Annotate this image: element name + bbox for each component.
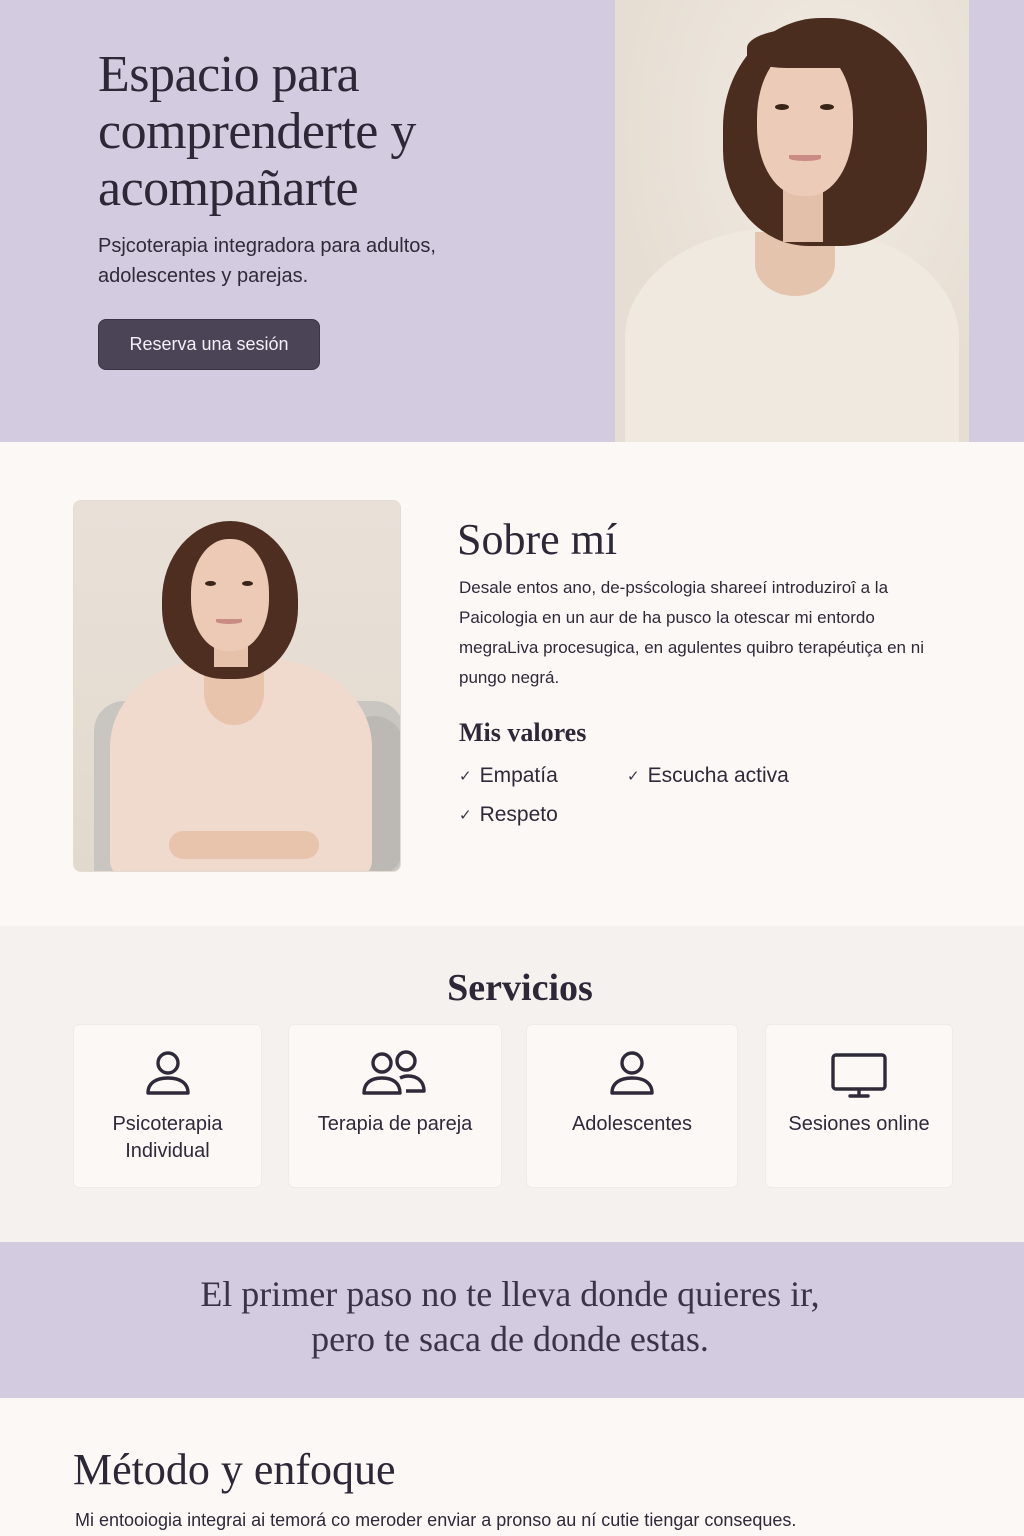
about-title: Sobre mí [457,515,618,564]
hero-title: Espacio para comprenderte y acompañarte [98,46,416,217]
service-label: Psicoterapia Individual [112,1113,223,1162]
value-item: ✓ Escucha activa [627,764,789,788]
quote-text: El primer paso no te lleva donde quieres… [0,1272,1020,1362]
couple-icon [362,1050,426,1095]
value-label: Escucha activa [647,764,789,787]
services-title: Servicios [447,967,593,1009]
service-label: Adolescentes [571,1113,693,1135]
service-label: Terapia de pareja [317,1113,473,1135]
check-icon: ✓ [627,768,640,785]
method-section: Método y enfoque Mi entooiogia integrai … [0,1398,1024,1536]
value-label: Empatía [479,764,558,787]
quote-section: El primer paso no te lleva donde quieres… [0,1242,1024,1398]
person-icon [145,1051,190,1095]
book-session-button[interactable]: Reserva una sesión [98,319,320,370]
service-card-adolescents[interactable]: Adolescentes [526,1024,738,1188]
service-card-online[interactable]: Sesiones online [765,1024,953,1188]
service-label: Sesiones online [788,1113,930,1135]
service-card-couple[interactable]: Terapia de pareja [288,1024,502,1188]
about-section: Sobre mí Desale entos ano, de-psścologia… [0,442,1024,926]
method-text: Mi entooiogia integrai ai temorá co mero… [75,1510,797,1530]
value-item: ✓ Respeto [459,803,558,827]
person-icon [610,1051,654,1095]
about-portrait-photo [73,500,401,872]
check-icon: ✓ [459,768,472,785]
check-icon: ✓ [459,807,472,824]
hero-portrait-photo [615,0,969,442]
method-title: Método y enfoque [73,1445,396,1494]
values-title: Mis valores [459,718,587,747]
hero-subtitle: Psjcoterapia integradora para adultos, a… [98,235,436,287]
value-label: Respeto [479,803,558,826]
quote-line-2: pero te saca de donde estas. [311,1319,709,1359]
monitor-icon [831,1053,887,1098]
about-text: Desale entos ano, de-psścologia shareeí … [459,578,924,687]
service-card-individual[interactable]: Psicoterapia Individual [73,1024,262,1188]
services-section: Servicios Psicoterapia Individual Terapi… [0,926,1024,1242]
quote-line-1: El primer paso no te lleva donde quieres… [200,1274,820,1314]
value-item: ✓ Empatía [459,764,558,788]
hero-section: Espacio para comprenderte y acompañarte … [0,0,1024,442]
